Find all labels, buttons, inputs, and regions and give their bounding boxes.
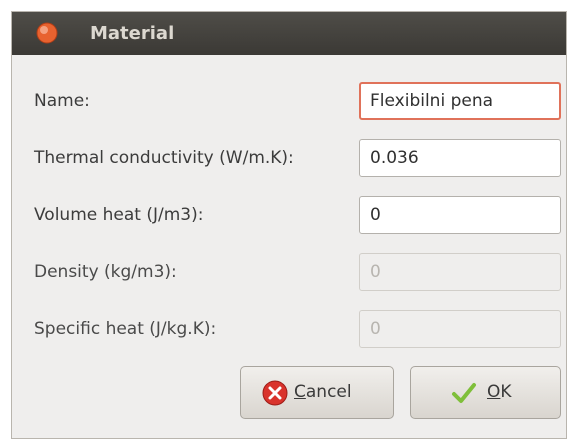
ok-button[interactable]: OK	[410, 366, 561, 419]
ok-label-rest: K	[500, 382, 512, 402]
ok-mnemonic: O	[487, 382, 501, 402]
specific-heat-label: Specific heat (J/kg.K):	[34, 319, 217, 339]
cancel-label-rest: ancel	[305, 382, 352, 402]
volume-heat-label: Volume heat (J/m3):	[34, 205, 204, 225]
title-bar[interactable]: Material	[12, 12, 566, 55]
ok-label: OK	[487, 382, 512, 402]
thermal-conductivity-input[interactable]: 0.036	[359, 139, 561, 177]
cancel-button[interactable]: Cancel	[240, 366, 394, 419]
window-title: Material	[90, 23, 175, 44]
cancel-icon	[262, 380, 288, 406]
app-icon	[36, 22, 58, 44]
cancel-mnemonic: C	[294, 382, 306, 402]
checkmark-icon	[452, 383, 476, 403]
cancel-label: Cancel	[294, 382, 352, 402]
name-input[interactable]: Flexibilni pena	[359, 82, 561, 120]
density-label: Density (kg/m3):	[34, 262, 177, 282]
material-dialog: Material Name: Flexibilni pena Thermal c…	[11, 11, 567, 439]
name-label: Name:	[34, 91, 90, 111]
volume-heat-input[interactable]: 0	[359, 196, 561, 234]
specific-heat-input: 0	[359, 310, 561, 348]
density-input: 0	[359, 253, 561, 291]
thermal-conductivity-label: Thermal conductivity (W/m.K):	[34, 148, 294, 168]
